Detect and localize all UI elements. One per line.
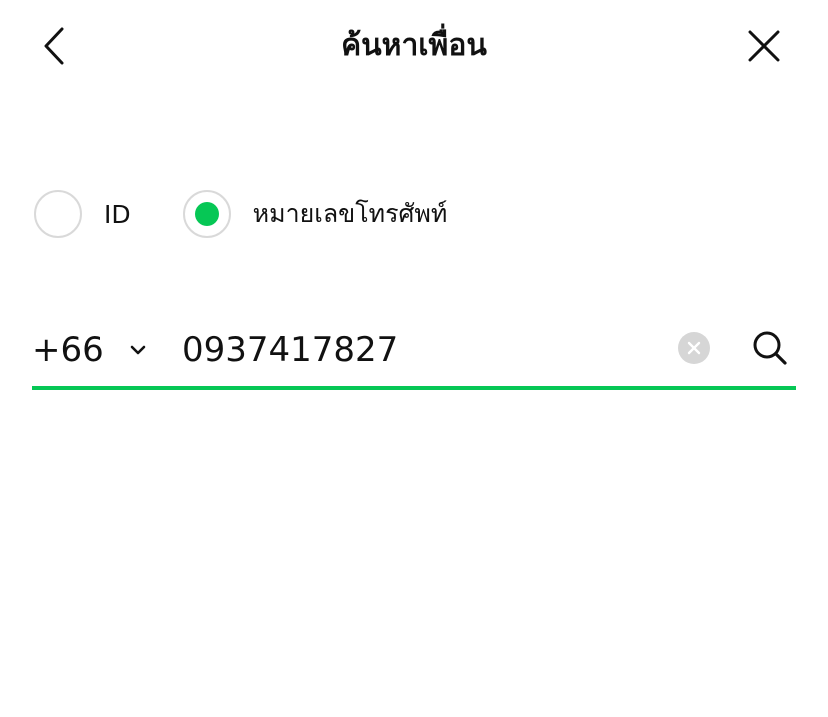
input-underline: [32, 386, 796, 390]
phone-search-row: +66: [32, 318, 796, 390]
search-button[interactable]: [748, 326, 792, 370]
chevron-left-icon: [44, 27, 64, 65]
clear-button[interactable]: [678, 332, 710, 364]
search-icon: [753, 331, 787, 365]
page-title: ค้นหาเพื่อน: [341, 28, 487, 63]
radio-option-id[interactable]: ID: [34, 190, 131, 238]
chevron-down-icon: [128, 340, 148, 360]
close-button[interactable]: [740, 22, 788, 70]
radio-selected-dot: [194, 202, 219, 226]
header: ค้นหาเพื่อน: [0, 0, 828, 92]
back-button[interactable]: [30, 22, 78, 70]
radio-button-phone[interactable]: [182, 190, 231, 238]
radio-label-id: ID: [104, 199, 131, 229]
find-friend-screen: ค้นหาเพื่อน ID หมายเลขโทรศัพท์ +66: [0, 0, 828, 717]
clear-icon: [687, 341, 701, 355]
phone-number-input[interactable]: [182, 324, 662, 376]
radio-label-phone: หมายเลขโทรศัพท์: [252, 199, 448, 228]
country-code-select[interactable]: +66: [32, 318, 148, 382]
radio-button-id[interactable]: [34, 190, 82, 238]
close-icon: [748, 30, 780, 62]
radio-option-phone[interactable]: หมายเลขโทรศัพท์: [182, 190, 448, 238]
country-code: +66: [32, 330, 104, 370]
search-type-group: ID หมายเลขโทรศัพท์: [34, 190, 447, 238]
